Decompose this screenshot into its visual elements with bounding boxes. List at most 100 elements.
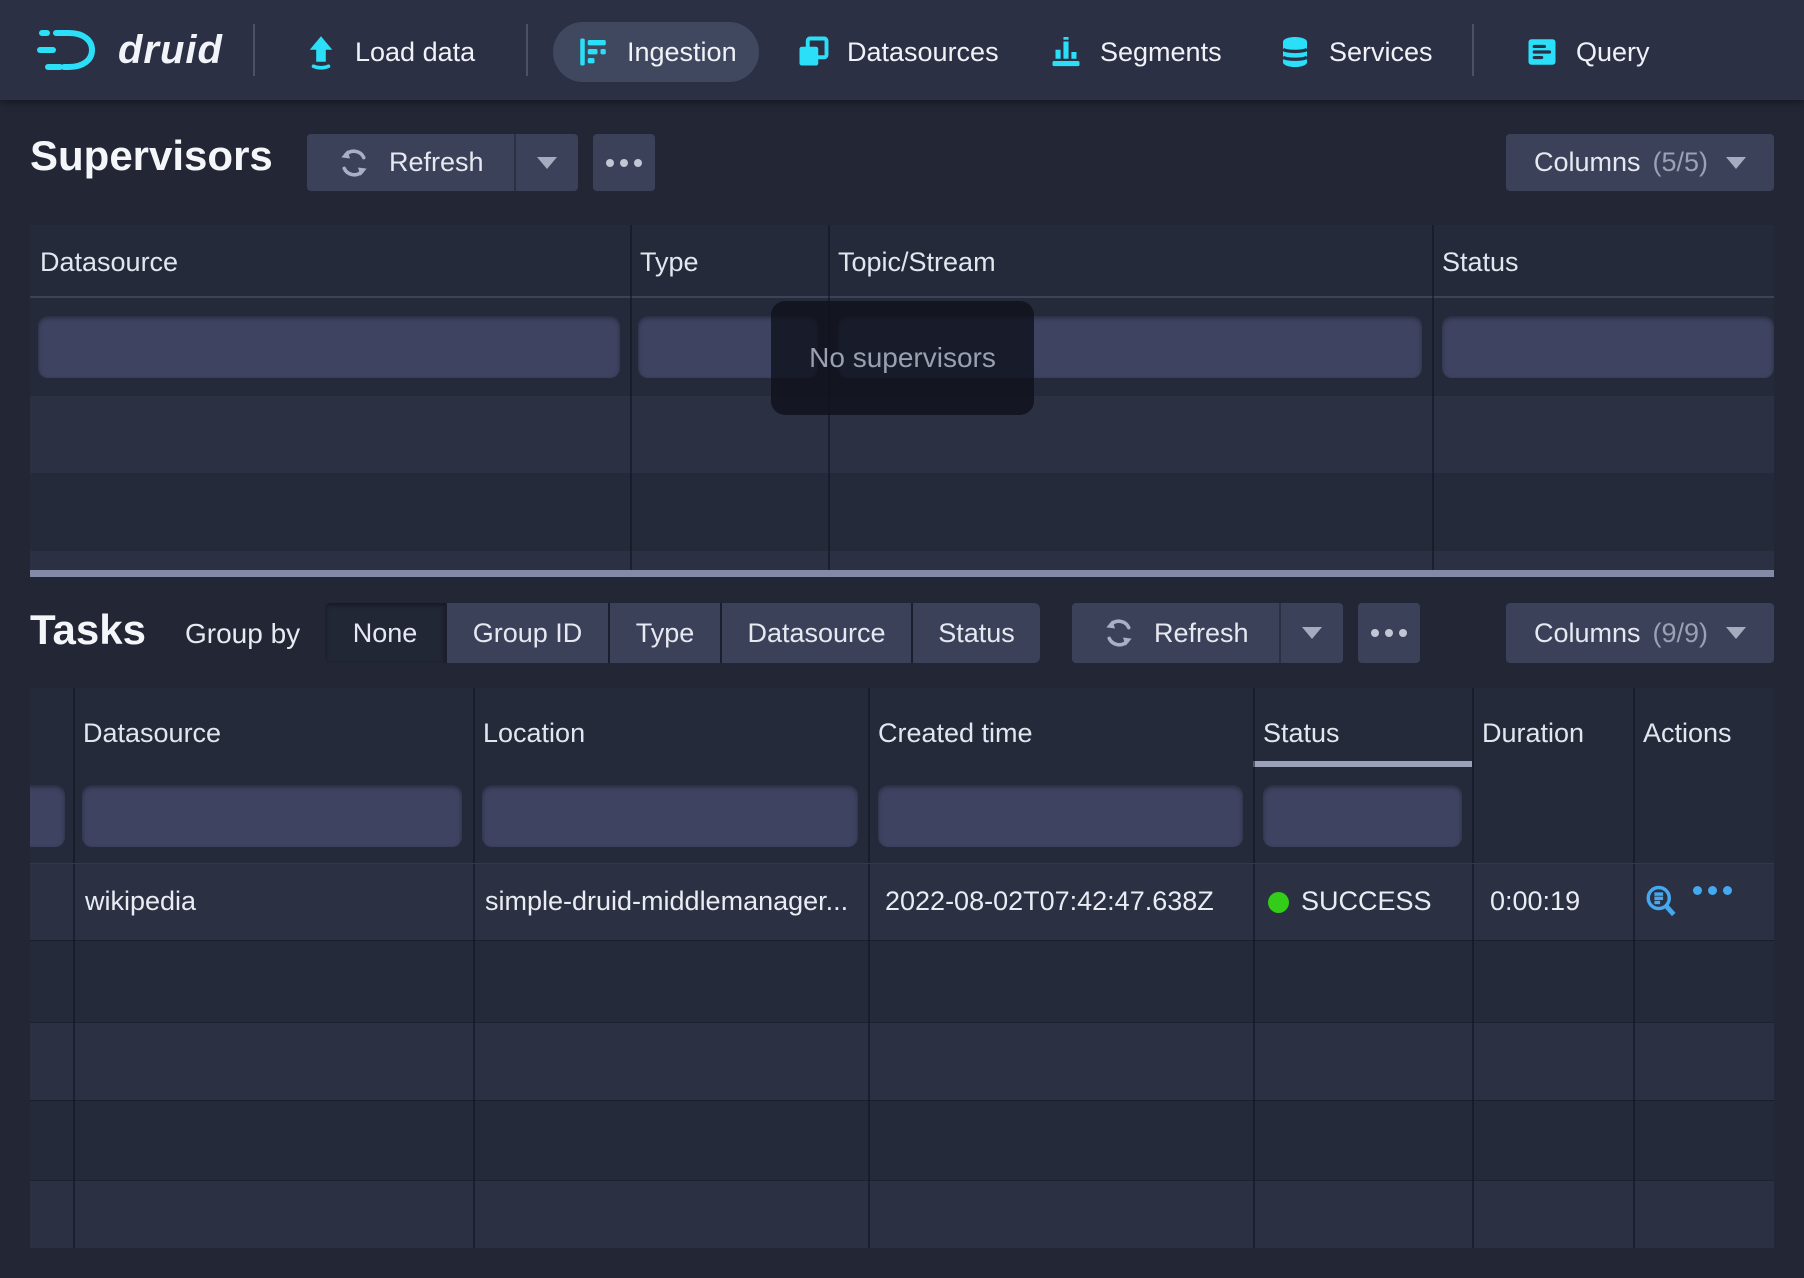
more-icon [606, 159, 642, 167]
tasks-more-button[interactable] [1358, 603, 1420, 663]
tasks-columns-button[interactable]: Columns (9/9) [1506, 603, 1774, 663]
column-header-topic-stream[interactable]: Topic/Stream [838, 247, 996, 278]
nav-item-load-data[interactable]: Load data [303, 22, 475, 82]
tasks-refresh-dropdown-button[interactable] [1279, 603, 1343, 663]
columns-label: Columns [1534, 147, 1641, 178]
column-header-duration[interactable]: Duration [1482, 718, 1584, 749]
task-detail-magnifier-icon[interactable] [1643, 883, 1679, 919]
cell-status: SUCCESS [1268, 886, 1468, 917]
column-header-actions[interactable]: Actions [1643, 718, 1732, 749]
group-by-group-id-button[interactable]: Group ID [447, 603, 608, 663]
column-divider [73, 688, 75, 1248]
supervisors-table: Datasource Type Topic/Stream Status No s… [30, 225, 1774, 577]
nav-item-query[interactable]: Query [1524, 22, 1650, 82]
filter-input-datasource[interactable] [38, 316, 620, 378]
column-header-status[interactable]: Status [1263, 718, 1340, 749]
supervisors-columns-button[interactable]: Columns (5/5) [1506, 134, 1774, 191]
more-icon [1371, 629, 1407, 637]
nav-item-ingestion[interactable]: Ingestion [553, 22, 759, 82]
nav-item-datasources[interactable]: Datasources [795, 22, 999, 82]
refresh-icon [337, 146, 371, 180]
supervisors-refresh-button[interactable]: Refresh [307, 134, 514, 191]
cell-location: simple-druid-middlemanager... [485, 886, 863, 917]
supervisors-more-button[interactable] [593, 134, 655, 191]
nav-label: Query [1576, 37, 1650, 68]
success-status-icon [1268, 892, 1289, 913]
nav-label: Datasources [847, 37, 999, 68]
more-icon [1693, 886, 1732, 895]
nav-label: Segments [1100, 37, 1222, 68]
filter-input-created-time[interactable] [878, 785, 1243, 847]
columns-count: (9/9) [1653, 618, 1709, 649]
group-by-button-group: None Group ID Type Datasource Status [325, 603, 1040, 663]
row-divider [30, 1100, 1774, 1101]
chevron-down-icon [1726, 627, 1746, 639]
tasks-refresh-group: Refresh [1072, 603, 1343, 663]
supervisors-refresh-group: Refresh [307, 134, 578, 191]
group-by-datasource-button[interactable]: Datasource [722, 603, 911, 663]
supervisors-title: Supervisors [30, 132, 273, 180]
druid-logo-icon [36, 26, 106, 74]
chevron-down-icon [1302, 627, 1322, 639]
column-divider [1633, 688, 1635, 1248]
nav-item-services[interactable]: Services [1277, 22, 1433, 82]
nav-label: Services [1329, 37, 1433, 68]
row-divider [30, 1022, 1774, 1023]
cell-created-time: 2022-08-02T07:42:47.638Z [885, 886, 1245, 917]
refresh-icon [1102, 616, 1136, 650]
column-header-status[interactable]: Status [1442, 247, 1519, 278]
cell-datasource: wikipedia [85, 886, 465, 917]
filter-input-status[interactable] [1442, 316, 1774, 378]
brand: druid [118, 0, 223, 100]
tasks-table: Datasource Location Created time Status … [30, 688, 1774, 1248]
filter-input-datasource[interactable] [82, 785, 462, 847]
navbar-divider [1472, 24, 1474, 76]
empty-state-overlay: No supervisors [771, 301, 1034, 415]
navbar-divider [253, 24, 255, 76]
nav-label: Load data [355, 37, 475, 68]
table-row [30, 473, 1774, 551]
druid-console: druid Load data Ingestion [0, 0, 1804, 1278]
columns-count: (5/5) [1653, 147, 1709, 178]
tasks-refresh-button[interactable]: Refresh [1072, 603, 1279, 663]
navbar: druid Load data Ingestion [0, 0, 1804, 100]
table-row [30, 1022, 1774, 1100]
column-header-created-time[interactable]: Created time [878, 718, 1033, 749]
column-header-datasource[interactable]: Datasource [83, 718, 221, 749]
group-by-label: Group by [185, 618, 300, 650]
tasks-title: Tasks [30, 606, 146, 654]
row-divider [30, 940, 1774, 941]
refresh-label: Refresh [1154, 618, 1249, 649]
column-divider [1253, 688, 1255, 1248]
supervisors-refresh-dropdown-button[interactable] [514, 134, 578, 191]
filter-input-location[interactable] [482, 785, 858, 847]
services-icon [1277, 34, 1313, 70]
sort-indicator [1253, 761, 1472, 767]
upload-icon [303, 34, 339, 70]
column-divider [473, 688, 475, 1248]
status-text: SUCCESS [1301, 886, 1432, 916]
group-by-status-button[interactable]: Status [913, 603, 1040, 663]
header-divider [30, 296, 1774, 298]
row-divider [30, 1180, 1774, 1181]
columns-label: Columns [1534, 618, 1641, 649]
column-divider [1432, 225, 1434, 570]
refresh-label: Refresh [389, 147, 484, 178]
column-header-datasource[interactable]: Datasource [40, 247, 178, 278]
filter-input-status[interactable] [1263, 785, 1462, 847]
chevron-down-icon [537, 157, 557, 169]
group-by-none-button[interactable]: None [325, 603, 445, 663]
query-icon [1524, 34, 1560, 70]
nav-item-segments[interactable]: Segments [1048, 22, 1222, 82]
filter-input-task-id[interactable] [30, 785, 65, 847]
task-actions-more-button[interactable] [1693, 886, 1732, 895]
column-header-type[interactable]: Type [640, 247, 699, 278]
group-by-type-button[interactable]: Type [610, 603, 720, 663]
horizontal-scrollbar[interactable] [30, 570, 1774, 577]
column-header-location[interactable]: Location [483, 718, 585, 749]
row-divider [30, 863, 1774, 864]
cell-duration: 0:00:19 [1490, 886, 1630, 917]
segments-icon [1048, 34, 1084, 70]
navbar-divider [526, 24, 528, 76]
ingestion-icon [575, 34, 611, 70]
